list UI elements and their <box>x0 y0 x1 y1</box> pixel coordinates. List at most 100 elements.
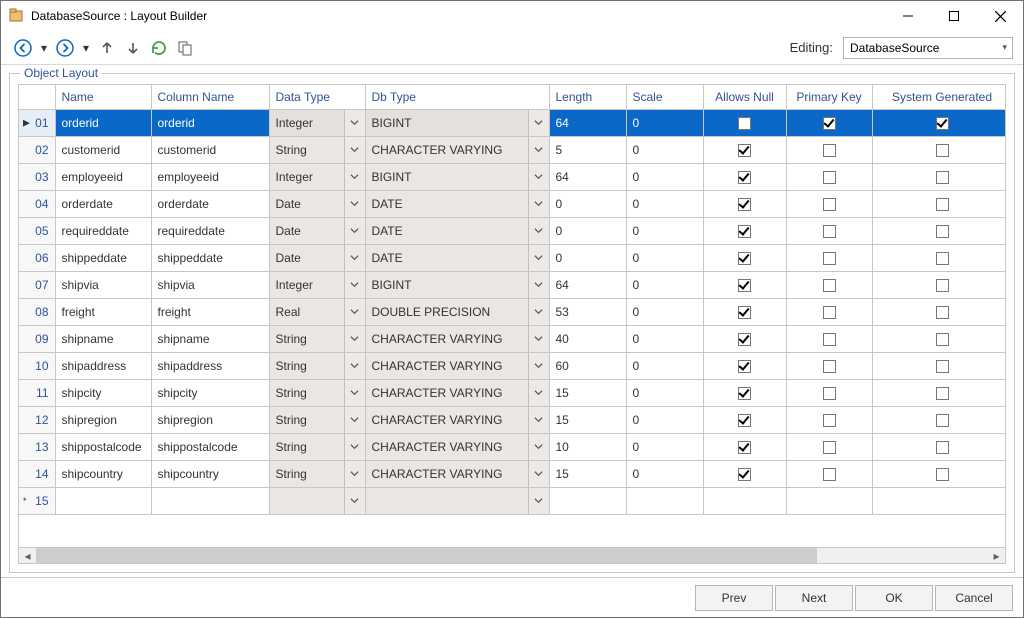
cell-system-generated[interactable] <box>872 352 1005 379</box>
move-up-button[interactable] <box>95 36 119 60</box>
cell-primary-key[interactable] <box>786 433 872 460</box>
chevron-down-icon[interactable] <box>529 110 549 136</box>
row-indicator[interactable]: 08 <box>19 298 55 325</box>
checkbox-icon[interactable] <box>936 225 949 238</box>
checkbox-icon[interactable] <box>823 144 836 157</box>
chevron-down-icon[interactable] <box>345 353 365 379</box>
nav-forward-more-icon[interactable]: ▾ <box>79 36 93 60</box>
cell-primary-key[interactable] <box>786 271 872 298</box>
cell-scale[interactable]: 0 <box>626 136 703 163</box>
dropdown-value[interactable]: BIGINT <box>366 164 529 190</box>
cell-name[interactable]: shipvia <box>55 271 151 298</box>
cell-db-type[interactable]: BIGINT <box>365 109 549 136</box>
row-indicator[interactable]: 06 <box>19 244 55 271</box>
checkbox-icon[interactable] <box>823 306 836 319</box>
cell-data-type[interactable]: Date <box>269 217 365 244</box>
dropdown-value[interactable]: BIGINT <box>366 272 529 298</box>
col-header-length[interactable]: Length <box>549 85 626 109</box>
cell-length[interactable]: 0 <box>549 244 626 271</box>
cell-data-type[interactable]: String <box>269 460 365 487</box>
checkbox-icon[interactable] <box>738 198 751 211</box>
cell-length[interactable]: 40 <box>549 325 626 352</box>
table-row[interactable]: 07shipviashipviaIntegerBIGINT640 <box>19 271 1005 298</box>
row-indicator[interactable]: 11 <box>19 379 55 406</box>
cell-scale[interactable]: 0 <box>626 298 703 325</box>
col-header-db-type[interactable]: Db Type <box>365 85 549 109</box>
col-header-column-name[interactable]: Column Name <box>151 85 269 109</box>
cell-column-name[interactable]: shipcountry <box>151 460 269 487</box>
chevron-down-icon[interactable] <box>529 299 549 325</box>
checkbox-icon[interactable] <box>738 252 751 265</box>
col-header-primary-key[interactable]: Primary Key <box>786 85 872 109</box>
dropdown-value[interactable]: CHARACTER VARYING <box>366 407 529 433</box>
checkbox-icon[interactable] <box>823 198 836 211</box>
cell-name[interactable] <box>55 487 151 514</box>
cell-length[interactable]: 15 <box>549 460 626 487</box>
table-row[interactable]: 10shipaddressshipaddressStringCHARACTER … <box>19 352 1005 379</box>
cell-length[interactable]: 60 <box>549 352 626 379</box>
cancel-button[interactable]: Cancel <box>935 585 1013 611</box>
table-row[interactable]: *15 <box>19 487 1005 514</box>
dropdown-value[interactable]: Integer <box>270 164 345 190</box>
cell-name[interactable]: freight <box>55 298 151 325</box>
cell-scale[interactable]: 0 <box>626 406 703 433</box>
cell-data-type[interactable]: String <box>269 352 365 379</box>
row-indicator[interactable]: 13 <box>19 433 55 460</box>
table-row[interactable]: 12shipregionshipregionStringCHARACTER VA… <box>19 406 1005 433</box>
cell-system-generated[interactable] <box>872 433 1005 460</box>
cell-db-type[interactable]: CHARACTER VARYING <box>365 406 549 433</box>
dropdown-value[interactable]: Date <box>270 191 345 217</box>
cell-length[interactable] <box>549 487 626 514</box>
col-header-name[interactable]: Name <box>55 85 151 109</box>
dropdown-value[interactable]: DOUBLE PRECISION <box>366 299 529 325</box>
cell-column-name[interactable]: employeeid <box>151 163 269 190</box>
checkbox-icon[interactable] <box>823 225 836 238</box>
table-row[interactable]: 02customeridcustomeridStringCHARACTER VA… <box>19 136 1005 163</box>
table-row[interactable]: 11shipcityshipcityStringCHARACTER VARYIN… <box>19 379 1005 406</box>
cell-name[interactable]: shippostalcode <box>55 433 151 460</box>
dropdown-value[interactable]: String <box>270 353 345 379</box>
row-indicator[interactable]: *15 <box>19 487 55 514</box>
cell-column-name[interactable]: shipcity <box>151 379 269 406</box>
cell-system-generated[interactable] <box>872 298 1005 325</box>
checkbox-icon[interactable] <box>738 414 751 427</box>
dropdown-value[interactable]: String <box>270 380 345 406</box>
checkbox-icon[interactable] <box>936 387 949 400</box>
cell-name[interactable]: shipaddress <box>55 352 151 379</box>
checkbox-icon[interactable] <box>936 279 949 292</box>
chevron-down-icon[interactable] <box>529 353 549 379</box>
scroll-thumb[interactable] <box>36 548 817 563</box>
cell-column-name[interactable]: shipvia <box>151 271 269 298</box>
checkbox-icon[interactable] <box>823 279 836 292</box>
cell-db-type[interactable]: CHARACTER VARYING <box>365 379 549 406</box>
cell-data-type[interactable]: String <box>269 406 365 433</box>
chevron-down-icon[interactable] <box>529 380 549 406</box>
checkbox-icon[interactable] <box>936 360 949 373</box>
checkbox-icon[interactable] <box>936 468 949 481</box>
checkbox-icon[interactable] <box>738 387 751 400</box>
scroll-track[interactable] <box>36 548 988 563</box>
dropdown-value[interactable]: DATE <box>366 218 529 244</box>
cell-column-name[interactable]: shipregion <box>151 406 269 433</box>
checkbox-icon[interactable] <box>936 198 949 211</box>
cell-system-generated[interactable] <box>872 109 1005 136</box>
cell-allows-null[interactable] <box>703 433 786 460</box>
cell-db-type[interactable]: CHARACTER VARYING <box>365 136 549 163</box>
checkbox-icon[interactable] <box>936 306 949 319</box>
cell-name[interactable]: employeeid <box>55 163 151 190</box>
cell-length[interactable]: 64 <box>549 109 626 136</box>
dropdown-value[interactable]: String <box>270 407 345 433</box>
col-header-scale[interactable]: Scale <box>626 85 703 109</box>
cell-allows-null[interactable] <box>703 352 786 379</box>
cell-column-name[interactable]: requireddate <box>151 217 269 244</box>
checkbox-icon[interactable] <box>823 387 836 400</box>
chevron-down-icon[interactable] <box>345 110 365 136</box>
checkbox-icon[interactable] <box>936 333 949 346</box>
checkbox-icon[interactable] <box>738 468 751 481</box>
cell-system-generated[interactable] <box>872 487 1005 514</box>
next-button[interactable]: Next <box>775 585 853 611</box>
chevron-down-icon[interactable] <box>345 488 365 514</box>
cell-allows-null[interactable] <box>703 217 786 244</box>
chevron-down-icon[interactable] <box>345 218 365 244</box>
cell-db-type[interactable]: BIGINT <box>365 163 549 190</box>
